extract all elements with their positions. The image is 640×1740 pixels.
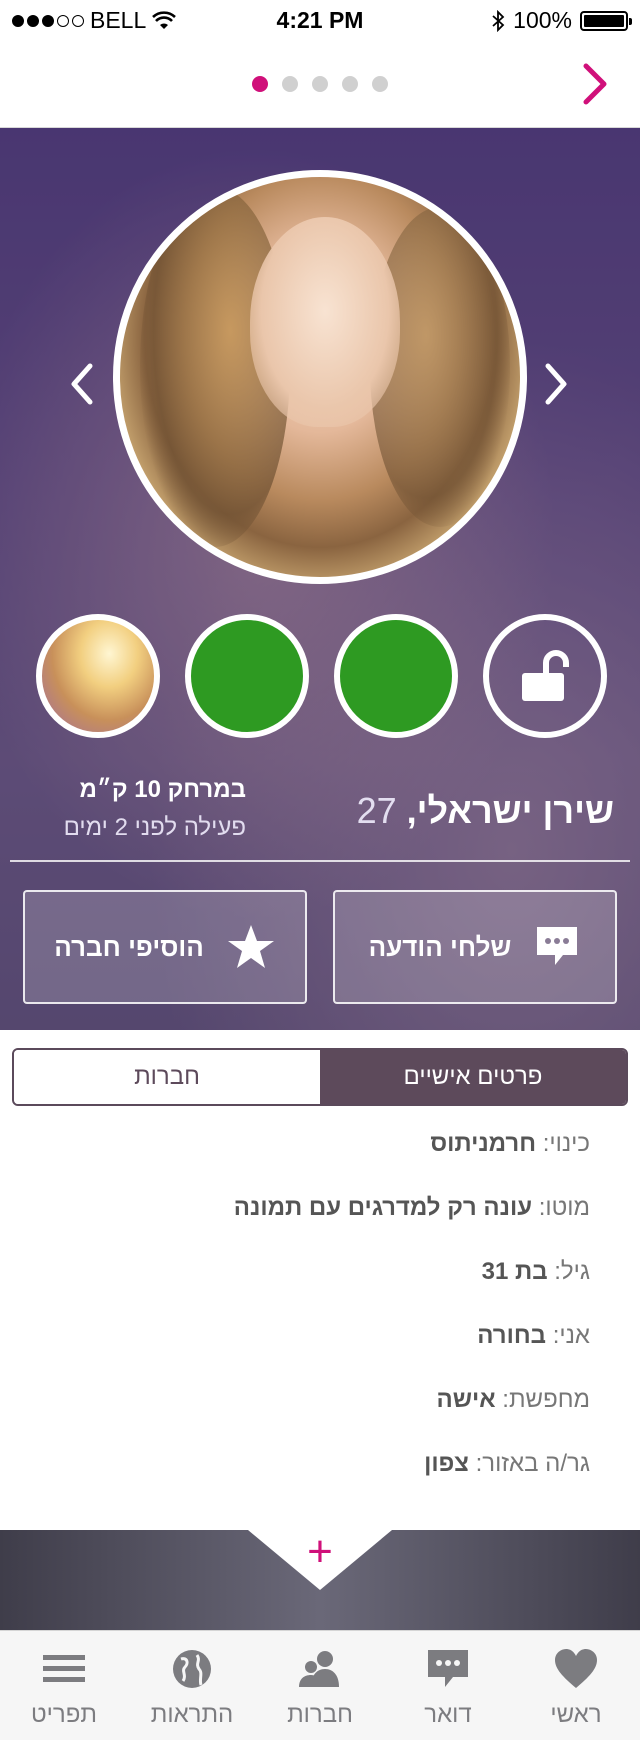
- page-dot[interactable]: [252, 76, 268, 92]
- detail-value: אישה: [436, 1386, 496, 1413]
- tab-notifications[interactable]: התראות: [128, 1631, 256, 1740]
- profile-last-active: פעילה לפני 2 ימים: [63, 814, 246, 841]
- next-profile-button[interactable]: [574, 60, 614, 108]
- battery-icon: [580, 10, 632, 31]
- detail-label: כינוי:: [542, 1130, 590, 1157]
- profile-distance: במרחק 10 ק״מ: [79, 776, 246, 803]
- photo-thumbnails: [36, 614, 607, 738]
- profile-main-photo[interactable]: [113, 170, 527, 584]
- detail-value: בת 31: [481, 1258, 548, 1285]
- photo-thumbnail[interactable]: [334, 614, 458, 738]
- detail-row: כינוי: חרמניתוס: [30, 1130, 590, 1194]
- tab-label: תפריט: [31, 1701, 97, 1728]
- profile-name: שירן ישראלי,: [406, 790, 614, 831]
- detail-row: מוטו: עונה רק למדרגים עם תמונה: [30, 1194, 590, 1258]
- detail-label: גר/ה באזור:: [475, 1450, 590, 1477]
- friends-icon: [299, 1651, 339, 1687]
- globe-icon: [173, 1650, 211, 1688]
- expand-more-button[interactable]: +: [302, 1530, 338, 1574]
- detail-value: חרמניתוס: [430, 1130, 537, 1157]
- menu-icon: [43, 1655, 85, 1682]
- divider: [10, 860, 630, 862]
- detail-value: בחורה: [477, 1322, 547, 1349]
- page-dot[interactable]: [312, 76, 328, 92]
- personal-details: כינוי: חרמניתוס מוטו: עונה רק למדרגים עם…: [30, 1130, 590, 1514]
- send-message-button[interactable]: שלחי הודעה: [333, 890, 617, 1004]
- tab-label: התראות: [150, 1701, 234, 1728]
- unlock-icon: [522, 650, 569, 701]
- add-friend-label: הוסיפי חברה: [54, 931, 204, 962]
- detail-label: מוטו:: [538, 1194, 590, 1221]
- profile-info: שירן ישראלי, 27 במרחק 10 ק״מ פעילה לפני …: [0, 768, 640, 858]
- tab-personal-details[interactable]: פרטים אישיים: [320, 1050, 626, 1104]
- detail-row: מחפשת: אישה: [30, 1386, 590, 1450]
- chat-icon: [428, 1650, 468, 1687]
- tab-label: דואר: [424, 1701, 472, 1728]
- locked-photo-thumbnail[interactable]: [483, 614, 607, 738]
- detail-row: אני: בחורה: [30, 1322, 590, 1386]
- detail-value: צפון: [424, 1450, 469, 1477]
- tab-label: ראשי: [550, 1701, 602, 1728]
- send-message-label: שלחי הודעה: [368, 931, 512, 962]
- tab-home[interactable]: ראשי: [512, 1631, 640, 1740]
- tab-bar: תפריט התראות חברות דואר ראשי: [0, 1630, 640, 1740]
- status-bar: BELL 4:21 PM 100%: [0, 0, 640, 40]
- detail-label: אני:: [552, 1322, 590, 1349]
- top-nav: [0, 40, 640, 128]
- profile-hero: שירן ישראלי, 27 במרחק 10 ק״מ פעילה לפני …: [0, 128, 640, 1030]
- tab-friends[interactable]: חברות: [14, 1050, 320, 1104]
- chat-bubble-icon: [537, 927, 578, 965]
- more-bar: +: [0, 1530, 640, 1630]
- detail-value: עונה רק למדרגים עם תמונה: [233, 1194, 533, 1221]
- tab-label: חברות: [287, 1701, 353, 1728]
- next-photo-arrow-icon[interactable]: [538, 358, 574, 410]
- status-right: 100%: [491, 7, 632, 34]
- detail-label: מחפשת:: [502, 1386, 590, 1413]
- star-icon: [227, 925, 274, 968]
- tab-friends[interactable]: חברות: [256, 1631, 384, 1740]
- profile-tabs: חברות פרטים אישיים: [12, 1048, 628, 1106]
- photo-thumbnail[interactable]: [185, 614, 309, 738]
- add-friend-button[interactable]: הוסיפי חברה: [23, 890, 307, 1004]
- page-dot[interactable]: [372, 76, 388, 92]
- battery-percent: 100%: [513, 7, 572, 33]
- detail-row: גיל: בת 31: [30, 1258, 590, 1322]
- detail-label: גיל:: [554, 1258, 590, 1285]
- heart-icon: [555, 1649, 597, 1688]
- profile-age: 27: [356, 790, 397, 831]
- previous-photo-arrow-icon[interactable]: [64, 358, 100, 410]
- detail-row: גר/ה באזור: צפון: [30, 1450, 590, 1514]
- page-dot[interactable]: [342, 76, 358, 92]
- page-indicator: [252, 76, 388, 92]
- bluetooth-icon: [492, 9, 505, 32]
- photo-thumbnail[interactable]: [36, 614, 160, 738]
- tab-menu[interactable]: תפריט: [0, 1631, 128, 1740]
- tab-mail[interactable]: דואר: [384, 1631, 512, 1740]
- page-dot[interactable]: [282, 76, 298, 92]
- profile-name-age: שירן ישראלי, 27: [357, 790, 614, 832]
